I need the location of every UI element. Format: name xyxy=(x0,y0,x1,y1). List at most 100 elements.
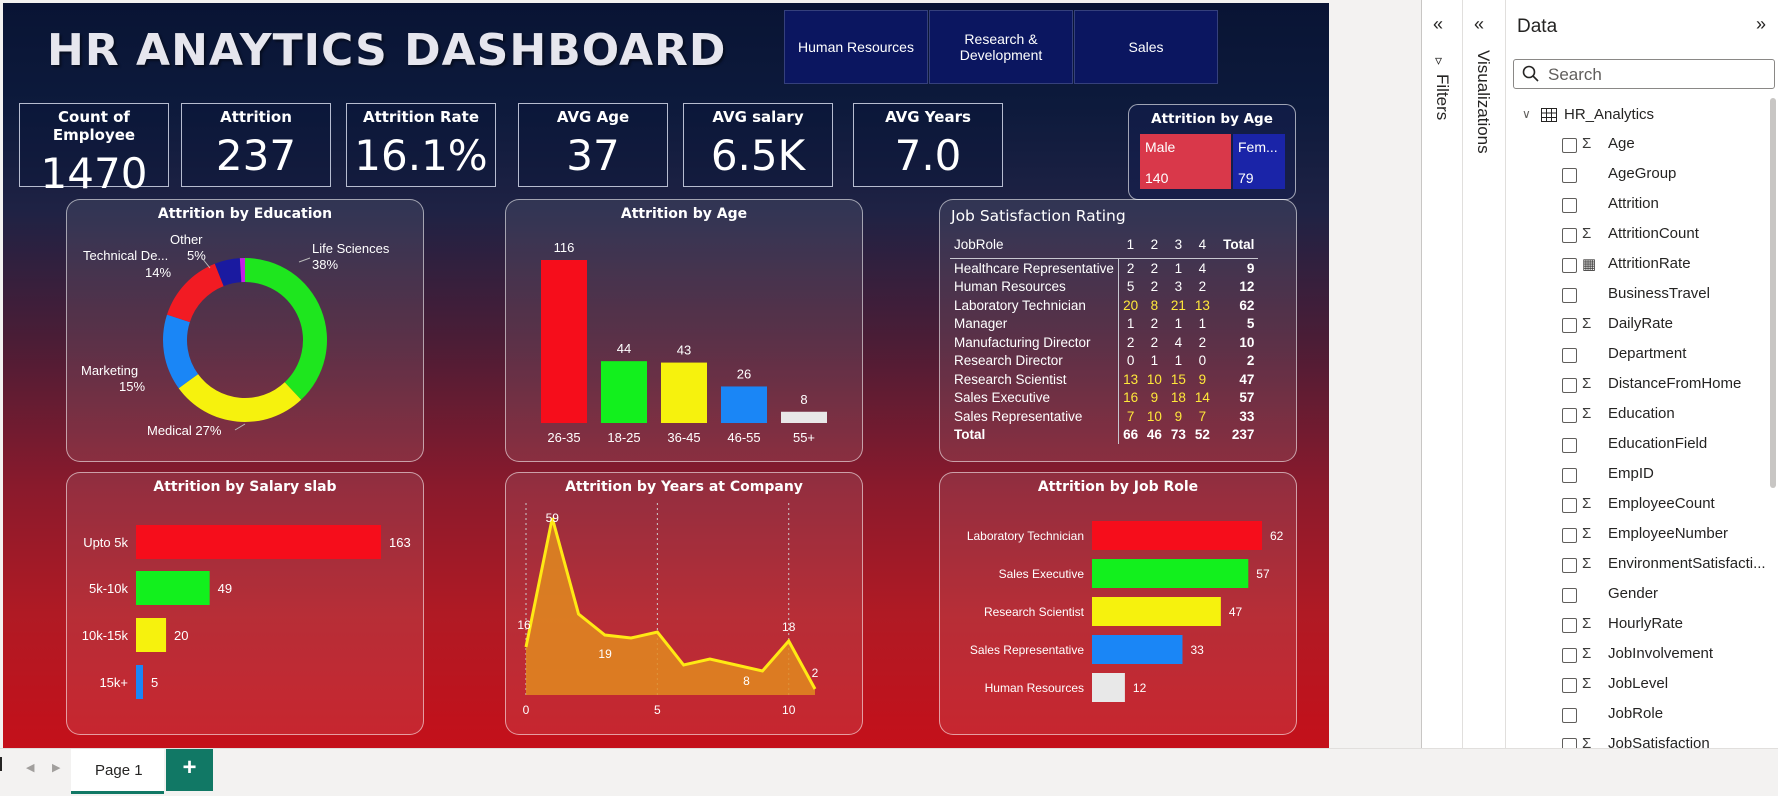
category-tick-label: 10k-15k xyxy=(82,628,129,643)
field-checkbox[interactable] xyxy=(1562,588,1577,603)
filter-funnel-icon: ▿ xyxy=(1435,52,1443,68)
jobrole-bar-chart: 62 Laboratory Technician 57 Sales Executive… xyxy=(967,521,1284,702)
kpi-label: Count of Employee xyxy=(52,108,136,144)
field-checkbox[interactable] xyxy=(1562,468,1577,483)
tile-name: Male xyxy=(1145,139,1176,155)
kpi-label: Attrition xyxy=(220,108,292,126)
field-checkbox[interactable] xyxy=(1562,498,1577,513)
table-cell: 1 xyxy=(1150,353,1159,369)
field-checkbox[interactable] xyxy=(1562,708,1577,723)
data-pane-scrollbar[interactable] xyxy=(1770,98,1776,488)
kpi-value: 37 xyxy=(566,131,620,180)
field-item[interactable] xyxy=(1558,463,1768,489)
field-checkbox[interactable] xyxy=(1562,438,1577,453)
sigma-icon: Σ xyxy=(1582,525,1592,542)
kpi-value: 237 xyxy=(215,131,297,180)
job-satisfaction-panel[interactable]: Job Satisfaction Rating JobRole 1 2 3 4 … xyxy=(939,199,1297,462)
age-chart-panel[interactable]: Attrition by Age 116 26-35 44 18-25 43 36-45 2… xyxy=(505,199,863,462)
visualizations-pane[interactable]: « Visualizations xyxy=(1462,0,1505,748)
donut-label: 15% xyxy=(119,379,145,394)
sigma-icon: Σ xyxy=(1582,315,1592,332)
table-name[interactable]: HR_Analytics xyxy=(1564,106,1654,123)
field-checkbox[interactable] xyxy=(1562,168,1577,183)
donut-label: Technical De... xyxy=(83,248,168,263)
field-item[interactable] xyxy=(1558,583,1768,609)
table-cell: 1 xyxy=(1174,260,1183,276)
age-bar xyxy=(601,361,647,423)
gender-tile-male[interactable]: Male 140 xyxy=(1140,134,1231,189)
field-checkbox[interactable] xyxy=(1562,138,1577,153)
next-page-icon[interactable]: ▶ xyxy=(52,761,60,774)
table-cell: 21 xyxy=(1170,297,1186,313)
row-label: Manager xyxy=(950,314,1119,333)
table-header-row: JobRole 1 2 3 4 Total xyxy=(950,230,1259,259)
kpi-attrition: Attrition 237 xyxy=(181,103,331,187)
field-checkbox[interactable] xyxy=(1562,288,1577,303)
area-data-label: 8 xyxy=(743,674,750,688)
field-checkbox[interactable] xyxy=(1562,528,1577,543)
slicer-human-resources[interactable]: Human Resources xyxy=(784,10,928,84)
table-cell: 1 xyxy=(1198,316,1207,332)
bar-data-label: 12 xyxy=(1133,681,1147,695)
job-satisfaction-table: JobRole 1 2 3 4 Total Healthcare Represe… xyxy=(950,230,1259,444)
row-label: Total xyxy=(950,425,1119,444)
search-input[interactable]: Search xyxy=(1513,59,1775,89)
field-checkbox[interactable] xyxy=(1562,648,1577,663)
kpi-value: 6.5K xyxy=(710,131,806,180)
field-checkbox[interactable] xyxy=(1562,678,1577,693)
dashboard-title: HR ANAYTICS DASHBOARD xyxy=(47,25,727,76)
field-checkbox[interactable] xyxy=(1562,348,1577,363)
field-checkbox[interactable] xyxy=(1562,258,1577,273)
add-page-button[interactable]: + xyxy=(166,749,213,791)
filters-label[interactable]: Filters xyxy=(1432,74,1452,120)
field-checkbox[interactable] xyxy=(1562,228,1577,243)
sigma-icon: Σ xyxy=(1582,495,1592,512)
salary-bar xyxy=(136,571,210,605)
table-row: Research Scientist 13 10 15 9 47 xyxy=(950,370,1258,389)
field-checkbox[interactable] xyxy=(1562,378,1577,393)
tab-page-1[interactable]: Page 1 xyxy=(71,749,164,794)
kpi-count-of-employee: Count of Employee 1470 xyxy=(19,103,169,198)
column-header: 1 xyxy=(1118,230,1143,259)
education-chart-panel[interactable]: Attrition by Education Life Sciences 38% M… xyxy=(66,199,424,462)
years-area-chart: 16 59 19 8 18 2 0 5 10 xyxy=(517,503,819,717)
jobrole-chart-panel[interactable]: Attrition by Job Role 62 Laboratory Techn… xyxy=(939,472,1297,735)
kpi-label: Attrition Rate xyxy=(362,108,480,126)
search-icon xyxy=(1522,65,1539,82)
table-cell: 73 xyxy=(1170,427,1186,443)
chart-title: Job Satisfaction Rating xyxy=(951,207,1126,225)
field-checkbox[interactable] xyxy=(1562,618,1577,633)
attrition-by-gender-card[interactable]: Attrition by Age Male 140 Fem... 79 xyxy=(1128,104,1296,200)
row-label: Healthcare Representative xyxy=(950,258,1119,278)
salary-chart-panel[interactable]: Attrition by Salary slab 163 Upto 5k 49 5k-… xyxy=(66,472,424,735)
field-item[interactable] xyxy=(1558,193,1768,219)
field-checkbox[interactable] xyxy=(1562,318,1577,333)
slicer-research-development[interactable]: Research & Development xyxy=(929,10,1073,84)
field-checkbox[interactable] xyxy=(1562,408,1577,423)
table-cell: 13 xyxy=(1123,371,1139,387)
field-checkbox[interactable] xyxy=(1562,198,1577,213)
field-name: JobLevel xyxy=(1608,675,1669,692)
expand-data-pane-icon[interactable]: » xyxy=(1756,14,1766,35)
years-chart-panel[interactable]: Attrition by Years at Company 16 59 19 8 18 2… xyxy=(505,472,863,735)
gender-tile-female[interactable]: Fem... 79 xyxy=(1233,134,1285,189)
table-cell: 14 xyxy=(1194,390,1210,406)
table-cell: 18 xyxy=(1170,390,1186,406)
table-cell: 1 xyxy=(1126,316,1135,332)
salary-bar xyxy=(136,525,381,559)
slicer-sales[interactable]: Sales xyxy=(1074,10,1218,84)
collapse-filters-icon[interactable]: « xyxy=(1433,14,1443,35)
donut-label: Medical 27% xyxy=(147,423,222,438)
bar-data-label: 26 xyxy=(737,366,751,381)
sigma-icon: Σ xyxy=(1582,645,1592,662)
canvas-gutter xyxy=(1329,0,1421,748)
leader-line xyxy=(201,257,211,269)
prev-page-icon[interactable]: ◀ xyxy=(26,761,34,774)
field-name: EducationField xyxy=(1608,435,1708,452)
chevron-down-icon[interactable]: ∨ xyxy=(1522,107,1531,121)
field-checkbox[interactable] xyxy=(1562,558,1577,573)
filters-pane[interactable]: « ▿ Filters xyxy=(1421,0,1462,748)
collapse-visualizations-icon[interactable]: « xyxy=(1474,14,1484,35)
salary-bar xyxy=(136,618,167,652)
visualizations-label[interactable]: Visualizations xyxy=(1473,50,1493,154)
